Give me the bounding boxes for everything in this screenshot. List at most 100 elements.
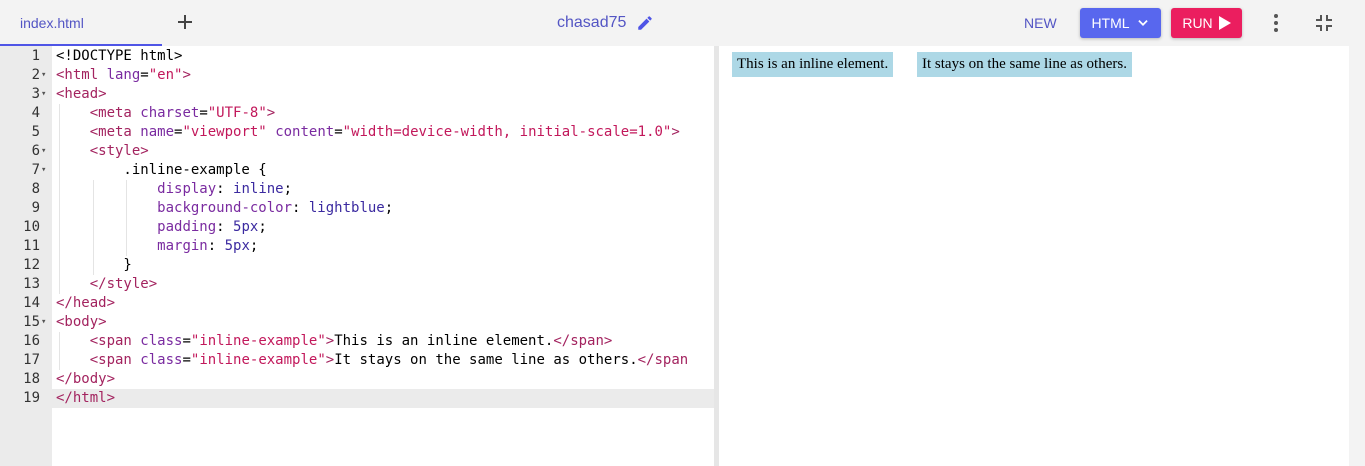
code-line[interactable]: 15 ▾ <body> (0, 313, 714, 332)
line-code: <!DOCTYPE html> (56, 47, 182, 66)
code-token: = (199, 105, 208, 121)
line-number: 17 (23, 352, 40, 368)
code-token: > (182, 67, 191, 83)
code-token: This is an inline element. (334, 333, 554, 349)
code-token: .inline-example { (56, 162, 267, 178)
code-token: : (216, 181, 234, 197)
language-label: HTML (1091, 15, 1130, 31)
code-line[interactable]: 10 padding: 5px; (0, 218, 714, 237)
more-vertical-icon[interactable] (1266, 13, 1286, 33)
code-line[interactable]: 19 </html> (0, 389, 714, 408)
fold-arrow-icon[interactable]: ▾ (41, 85, 51, 104)
tab-index-html[interactable]: index.html (0, 0, 162, 46)
code-line[interactable]: 17 <span class="inline-example">It stays… (0, 351, 714, 370)
line-number: 19 (23, 390, 40, 406)
code-token: lang (106, 67, 141, 83)
code-token: "inline-example" (190, 352, 326, 368)
line-code: <meta charset="UTF-8"> (56, 104, 275, 123)
line-code: <span class="inline-example">It stays on… (56, 351, 688, 370)
code-line[interactable]: 16 <span class="inline-example">This is … (0, 332, 714, 351)
code-token: > (325, 352, 335, 368)
code-token: margin (157, 238, 208, 254)
code-line[interactable]: 2 ▾ <html lang="en"> (0, 66, 714, 85)
code-token: content (275, 124, 335, 140)
code-token: = (140, 67, 149, 83)
code-token: <html (56, 67, 107, 83)
code-token: </body> (56, 371, 116, 387)
collapse-icon[interactable] (1314, 13, 1334, 33)
indent-guide (59, 104, 60, 294)
code-token: charset (140, 105, 200, 121)
code-line[interactable]: 6 ▾ <style> (0, 142, 714, 161)
project-name: chasad75 (557, 14, 627, 31)
code-editor[interactable]: 1 <!DOCTYPE html> 2 ▾ <html lang="en"> 3 ▾ <hea… (0, 46, 714, 466)
code-token: > (325, 333, 335, 349)
code-token: 5px (233, 219, 259, 235)
line-code: </style> (56, 275, 157, 294)
code-token: <span (89, 333, 141, 349)
line-code: .inline-example { (56, 161, 267, 180)
fold-arrow-icon[interactable]: ▾ (41, 142, 51, 161)
code-line[interactable]: 11 margin: 5px; (0, 237, 714, 256)
code-line[interactable]: 8 display: inline; (0, 180, 714, 199)
code-token: class (140, 352, 183, 368)
run-button[interactable]: RUN (1171, 8, 1242, 38)
code-token: "viewport" (182, 124, 267, 140)
code-token: </span> (553, 333, 613, 349)
add-tab-icon[interactable] (174, 11, 196, 33)
code-token: ; (283, 181, 293, 197)
code-token: 5px (224, 238, 250, 254)
tab-label: index.html (20, 15, 84, 31)
line-code: <head> (56, 85, 107, 104)
code-token: </style> (89, 276, 158, 292)
code-token: </head> (56, 295, 116, 311)
fold-arrow-icon[interactable]: ▾ (41, 161, 51, 180)
code-line[interactable]: 14 </head> (0, 294, 714, 313)
code-line[interactable]: 13 </style> (0, 275, 714, 294)
code-token: : (207, 238, 225, 254)
code-line[interactable]: 12 } (0, 256, 714, 275)
code-line[interactable]: 7 ▾ .inline-example { (0, 161, 714, 180)
code-line[interactable]: 5 <meta name="viewport" content="width=d… (0, 123, 714, 142)
code-token: lightblue (308, 200, 385, 216)
pencil-icon[interactable] (636, 14, 654, 32)
fold-arrow-icon[interactable]: ▾ (41, 313, 51, 332)
code-line[interactable]: 4 <meta charset="UTF-8"> (0, 104, 714, 123)
code-line[interactable]: 9 background-color: lightblue; (0, 199, 714, 218)
code-token: } (56, 257, 132, 273)
code-token: > (671, 124, 680, 140)
code-line[interactable]: 3 ▾ <head> (0, 85, 714, 104)
line-number: 6 (31, 143, 40, 159)
code-token: > (266, 105, 276, 121)
code-line[interactable]: 18 </body> (0, 370, 714, 389)
preview-scrollbar[interactable] (1349, 46, 1365, 466)
fold-arrow-icon[interactable]: ▾ (41, 66, 51, 85)
line-number: 5 (31, 124, 40, 140)
line-code: </head> (56, 294, 115, 313)
line-number: 4 (31, 105, 40, 121)
code-token: <!DOCTYPE html> (56, 48, 183, 64)
line-code: padding: 5px; (56, 218, 267, 237)
code-token: <head> (56, 86, 107, 102)
run-label: RUN (1182, 15, 1213, 31)
new-button[interactable]: NEW (1024, 15, 1057, 31)
line-number: 1 (31, 48, 40, 64)
line-number: 11 (23, 238, 40, 254)
code-token: <meta (89, 124, 141, 140)
line-number: 9 (31, 200, 40, 216)
line-code: <html lang="en"> (56, 66, 191, 85)
language-select-button[interactable]: HTML (1080, 8, 1161, 38)
code-token: "inline-example" (190, 333, 326, 349)
line-number: 8 (31, 181, 40, 197)
line-number: 14 (23, 295, 40, 311)
code-line[interactable]: 1 <!DOCTYPE html> (0, 47, 714, 66)
code-token: <style> (89, 143, 149, 159)
